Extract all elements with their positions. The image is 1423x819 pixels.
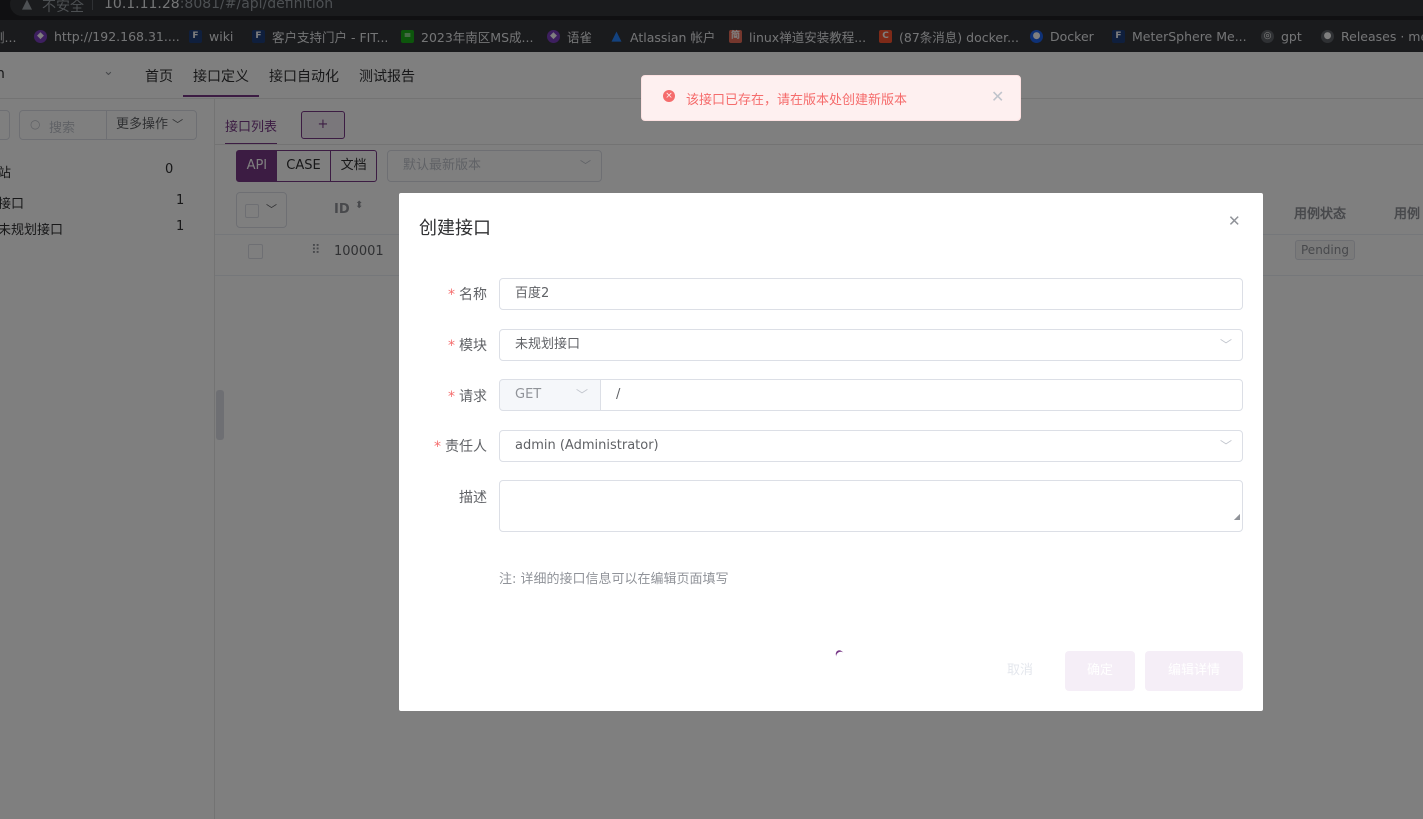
chevron-down-icon: ﹀ (575, 388, 588, 402)
path-input[interactable]: / (600, 379, 1243, 411)
request-label: * 请求 (448, 389, 487, 405)
chevron-down-icon: ﹀ (1219, 439, 1232, 453)
loading-spinner-icon (834, 648, 846, 662)
close-icon[interactable]: ✕ (991, 87, 1004, 106)
owner-select[interactable]: admin (Administrator) ﹀ (499, 430, 1243, 462)
method-select[interactable]: GET ﹀ (499, 379, 601, 411)
name-label: * 名称 (448, 287, 487, 303)
edit-detail-button[interactable]: 编辑详情 (1145, 651, 1243, 691)
module-label: * 模块 (448, 338, 487, 354)
note-text: 注: 详细的接口信息可以在编辑页面填写 (499, 572, 729, 587)
module-select[interactable]: 未规划接口 ﹀ (499, 329, 1243, 361)
close-icon[interactable]: ✕ (1228, 212, 1241, 230)
toast-message: 该接口已存在，请在版本处创建新版本 (686, 93, 908, 108)
chevron-down-icon: ﹀ (1219, 338, 1232, 352)
description-label: 描述 (459, 490, 487, 506)
description-textarea[interactable]: ◢ (499, 480, 1243, 532)
name-input[interactable]: 百度2 (499, 278, 1243, 310)
error-icon: × (663, 90, 675, 102)
error-toast: × 该接口已存在，请在版本处创建新版本 ✕ (641, 75, 1021, 121)
create-api-dialog: 创建接口 ✕ * 名称 百度2 * 模块 未规划接口 ﹀ * 请求 GET ﹀ / * 责任… (399, 193, 1263, 711)
cancel-button[interactable]: 取消 (986, 651, 1054, 691)
resize-handle-icon[interactable]: ◢ (1234, 503, 1240, 531)
dialog-title: 创建接口 (419, 218, 491, 239)
owner-label: * 责任人 (434, 439, 487, 455)
confirm-button[interactable]: 确定 (1065, 651, 1135, 691)
